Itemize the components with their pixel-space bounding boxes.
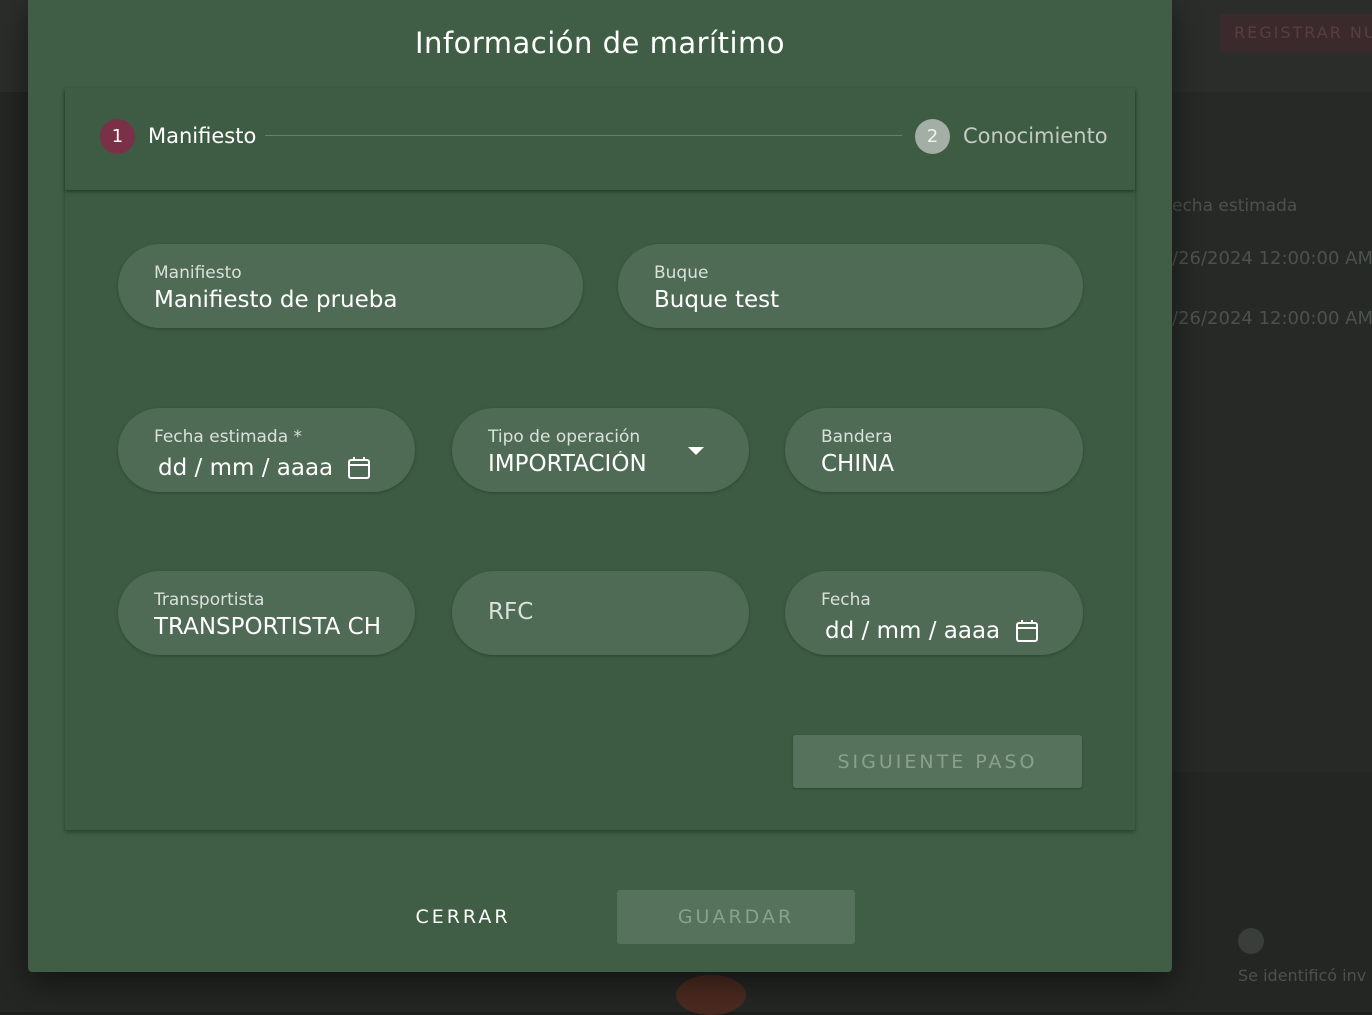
- field-label: Tipo de operación: [488, 427, 641, 447]
- field-value: dd / mm / aaaa: [158, 455, 334, 481]
- step-number-badge: 1: [100, 118, 135, 154]
- fecha-field[interactable]: Fecha dd / mm / aaaa: [785, 571, 1083, 655]
- background-table: echa estimada /26/2024 12:00:00 AM /26/2…: [1172, 92, 1372, 772]
- background-footer-text: Se identificó inv: [1238, 966, 1367, 985]
- calendar-icon[interactable]: [347, 456, 371, 480]
- transportista-field[interactable]: Transportista TRANSPORTISTA CHI: [118, 571, 415, 655]
- calendar-icon[interactable]: [1015, 619, 1039, 643]
- background-register-button: REGISTRAR NU: [1220, 14, 1372, 52]
- stepper: 1 Manifiesto 2 Conocimiento Manifiesto M…: [65, 88, 1135, 830]
- fecha-estimada-field[interactable]: Fecha estimada * dd / mm / aaaa: [118, 408, 415, 492]
- rfc-field[interactable]: RFC: [452, 571, 749, 655]
- field-value: CHINA: [821, 451, 895, 477]
- field-label: Bandera: [821, 427, 893, 447]
- manifiesto-field[interactable]: Manifiesto Manifiesto de prueba: [118, 244, 583, 328]
- step-label: Manifiesto: [148, 124, 257, 148]
- save-button[interactable]: GUARDAR: [617, 890, 855, 944]
- bandera-field[interactable]: Bandera CHINA: [785, 408, 1083, 492]
- step-connector-line: [265, 135, 902, 136]
- dialog-title: Información de marítimo: [414, 26, 786, 60]
- dropdown-arrow-icon[interactable]: [688, 447, 704, 455]
- step-label: Conocimiento: [963, 124, 1108, 148]
- step-number-badge: 2: [915, 118, 950, 154]
- field-value: Buque test: [654, 287, 780, 313]
- background-row-date: /26/2024 12:00:00 AM: [1172, 308, 1372, 329]
- step-manifiesto[interactable]: 1 Manifiesto: [100, 118, 256, 154]
- background-red-shape: [676, 975, 746, 1015]
- field-value: Manifiesto de prueba: [154, 287, 398, 313]
- stepper-header: 1 Manifiesto 2 Conocimiento: [65, 88, 1135, 190]
- field-label: Manifiesto: [154, 263, 242, 283]
- maritime-info-dialog: Información de marítimo 1 Manifiesto 2 C…: [28, 0, 1172, 972]
- buque-field[interactable]: Buque Buque test: [618, 244, 1083, 328]
- field-label: Fecha: [821, 590, 871, 610]
- background-column-header: echa estimada: [1172, 196, 1298, 216]
- close-button[interactable]: CERRAR: [393, 890, 533, 944]
- step-conocimiento[interactable]: 2 Conocimiento: [915, 118, 1108, 154]
- field-placeholder: RFC: [488, 599, 534, 625]
- background-radio: [1238, 928, 1264, 954]
- next-step-button[interactable]: SIGUIENTE PASO: [793, 735, 1082, 788]
- field-label: Fecha estimada *: [154, 427, 303, 447]
- field-value: dd / mm / aaaa: [825, 618, 1001, 644]
- field-value: IMPORTACIÓN: [488, 451, 647, 477]
- field-value: TRANSPORTISTA CHI: [154, 614, 382, 640]
- field-label: Transportista: [154, 590, 265, 610]
- tipo-operacion-select[interactable]: Tipo de operación IMPORTACIÓN: [452, 408, 749, 492]
- background-row-date: /26/2024 12:00:00 AM: [1172, 248, 1372, 269]
- field-label: Buque: [654, 263, 709, 283]
